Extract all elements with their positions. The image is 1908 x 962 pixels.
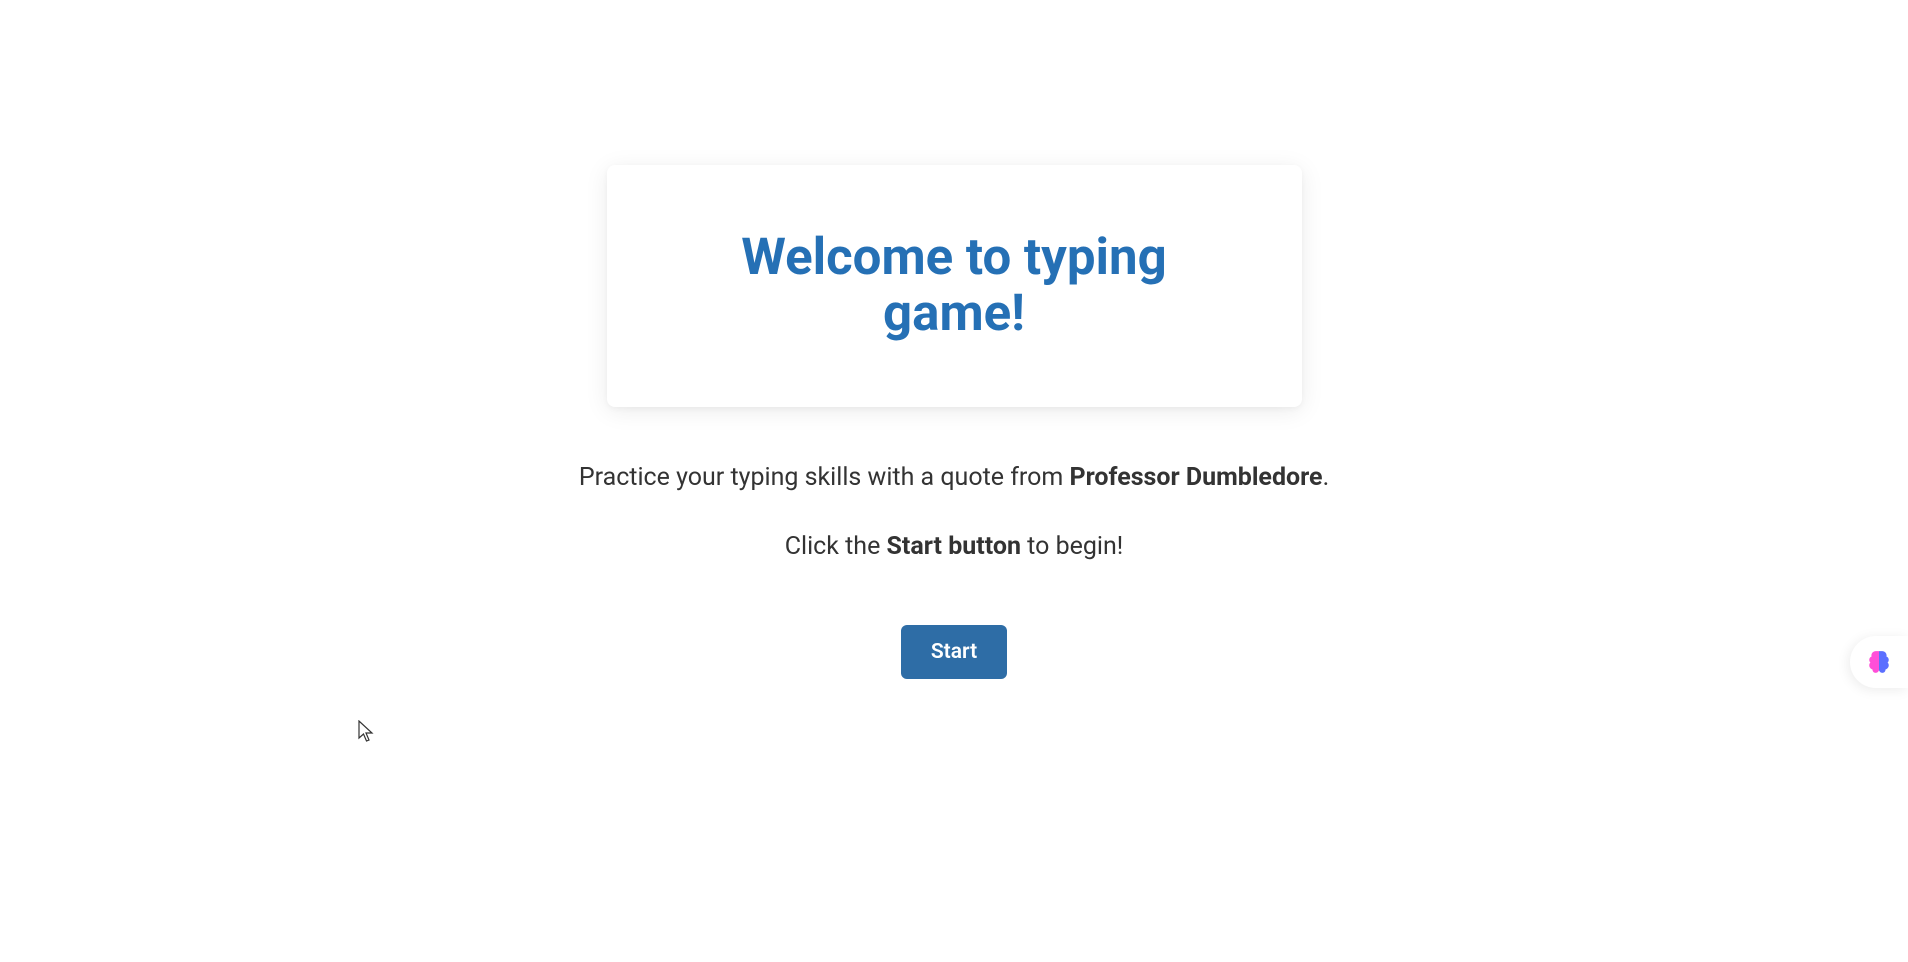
assistant-widget[interactable]	[1850, 636, 1908, 688]
intro-line-2: Click the Start button to begin!	[579, 532, 1329, 561]
brain-icon	[1866, 649, 1892, 675]
intro-line-1-bold: Professor Dumbledore	[1070, 463, 1323, 492]
page-title: Welcome to typing game!	[667, 230, 1242, 342]
intro-line-1: Practice your typing skills with a quote…	[579, 463, 1329, 492]
intro-line-2-pre: Click the	[785, 532, 887, 561]
intro-line-2-bold: Start button	[887, 532, 1021, 561]
cursor-icon	[358, 720, 376, 744]
start-button[interactable]: Start	[901, 625, 1007, 679]
intro-line-2-post: to begin!	[1021, 532, 1123, 561]
title-card: Welcome to typing game!	[607, 165, 1302, 407]
intro-section: Practice your typing skills with a quote…	[579, 463, 1329, 679]
intro-line-1-pre: Practice your typing skills with a quote…	[579, 463, 1070, 492]
intro-line-1-post: .	[1323, 463, 1330, 492]
